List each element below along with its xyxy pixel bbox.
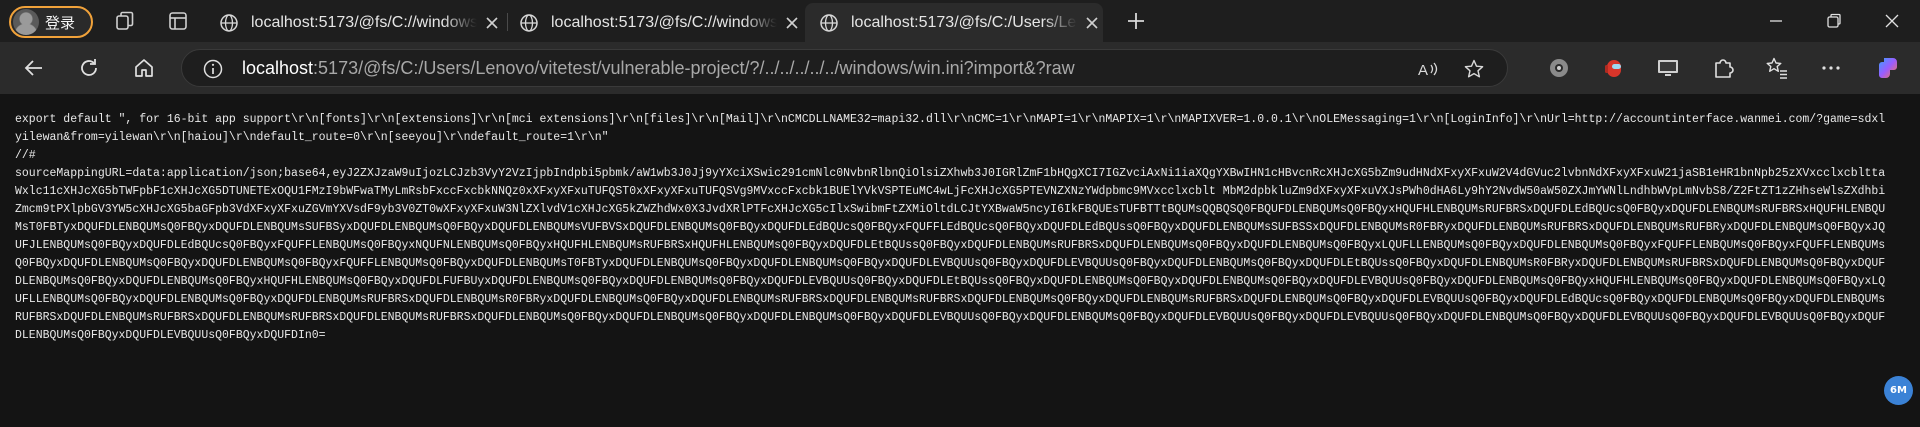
close-icon[interactable] [1883, 12, 1901, 30]
extension-icon[interactable] [1546, 55, 1572, 81]
favorites-bar-icon[interactable] [1764, 55, 1790, 81]
page-content: export default ", for 16-bit app support… [0, 94, 1920, 427]
minimize-icon[interactable] [1767, 12, 1785, 30]
restore-icon[interactable] [1825, 12, 1843, 30]
tab-title: localhost:5173/@fs/C://windows/win.ini [251, 13, 477, 31]
navigation-toolbar: localhost:5173/@fs/C:/Users/Lenovo/vitet… [0, 42, 1920, 94]
close-tab-icon[interactable] [1085, 16, 1099, 30]
refresh-icon[interactable] [77, 56, 101, 80]
tab-3-active[interactable]: localhost:5173/@fs/C:/Users/Lenovo/vitet… [805, 3, 1103, 42]
svg-text:A: A [1418, 62, 1428, 79]
more-icon[interactable] [1818, 55, 1844, 81]
tab-1[interactable]: localhost:5173/@fs/C://windows/win.ini [205, 3, 503, 42]
read-aloud-icon[interactable]: A [1417, 58, 1439, 80]
profile-game-icon[interactable] [1601, 55, 1627, 81]
url-host: localhost [242, 58, 314, 78]
tab-strip: 登录 localhost:5173/@fs/C://windows/win.in… [0, 0, 1920, 42]
tab-title: localhost:5173/@fs/C:/Users/Lenovo/vitet… [851, 13, 1077, 31]
globe-icon [520, 13, 538, 32]
url-text[interactable]: localhost:5173/@fs/C:/Users/Lenovo/vitet… [242, 50, 1075, 86]
copilot-icon[interactable] [1876, 55, 1902, 81]
tab-actions-icon[interactable] [167, 10, 189, 32]
info-icon[interactable] [202, 58, 224, 80]
url-path: :5173/@fs/C:/Users/Lenovo/vitetest/vulne… [313, 58, 1075, 78]
address-bar[interactable]: localhost:5173/@fs/C:/Users/Lenovo/vitet… [181, 49, 1508, 87]
globe-icon [220, 13, 238, 32]
globe-icon [820, 13, 838, 32]
puzzle-icon[interactable] [1710, 55, 1736, 81]
favorite-icon[interactable] [1463, 58, 1485, 80]
tab-title: localhost:5173/@fs/C://windows/win.ini [551, 13, 777, 31]
avatar [13, 9, 39, 35]
floating-badge[interactable]: 6M [1884, 376, 1913, 405]
new-tab-icon[interactable] [1125, 10, 1147, 32]
back-icon[interactable] [22, 56, 46, 80]
login-label: 登录 [45, 13, 76, 32]
close-tab-icon[interactable] [485, 16, 499, 30]
source-text: export default ", for 16-bit app support… [15, 113, 1886, 342]
home-icon[interactable] [132, 56, 156, 80]
profile-login-button[interactable]: 登录 [9, 6, 93, 38]
close-tab-icon[interactable] [785, 16, 799, 30]
tab-2[interactable]: localhost:5173/@fs/C://windows/win.ini [505, 3, 803, 42]
collections-icon[interactable] [114, 10, 136, 32]
screen-icon[interactable] [1655, 55, 1681, 81]
